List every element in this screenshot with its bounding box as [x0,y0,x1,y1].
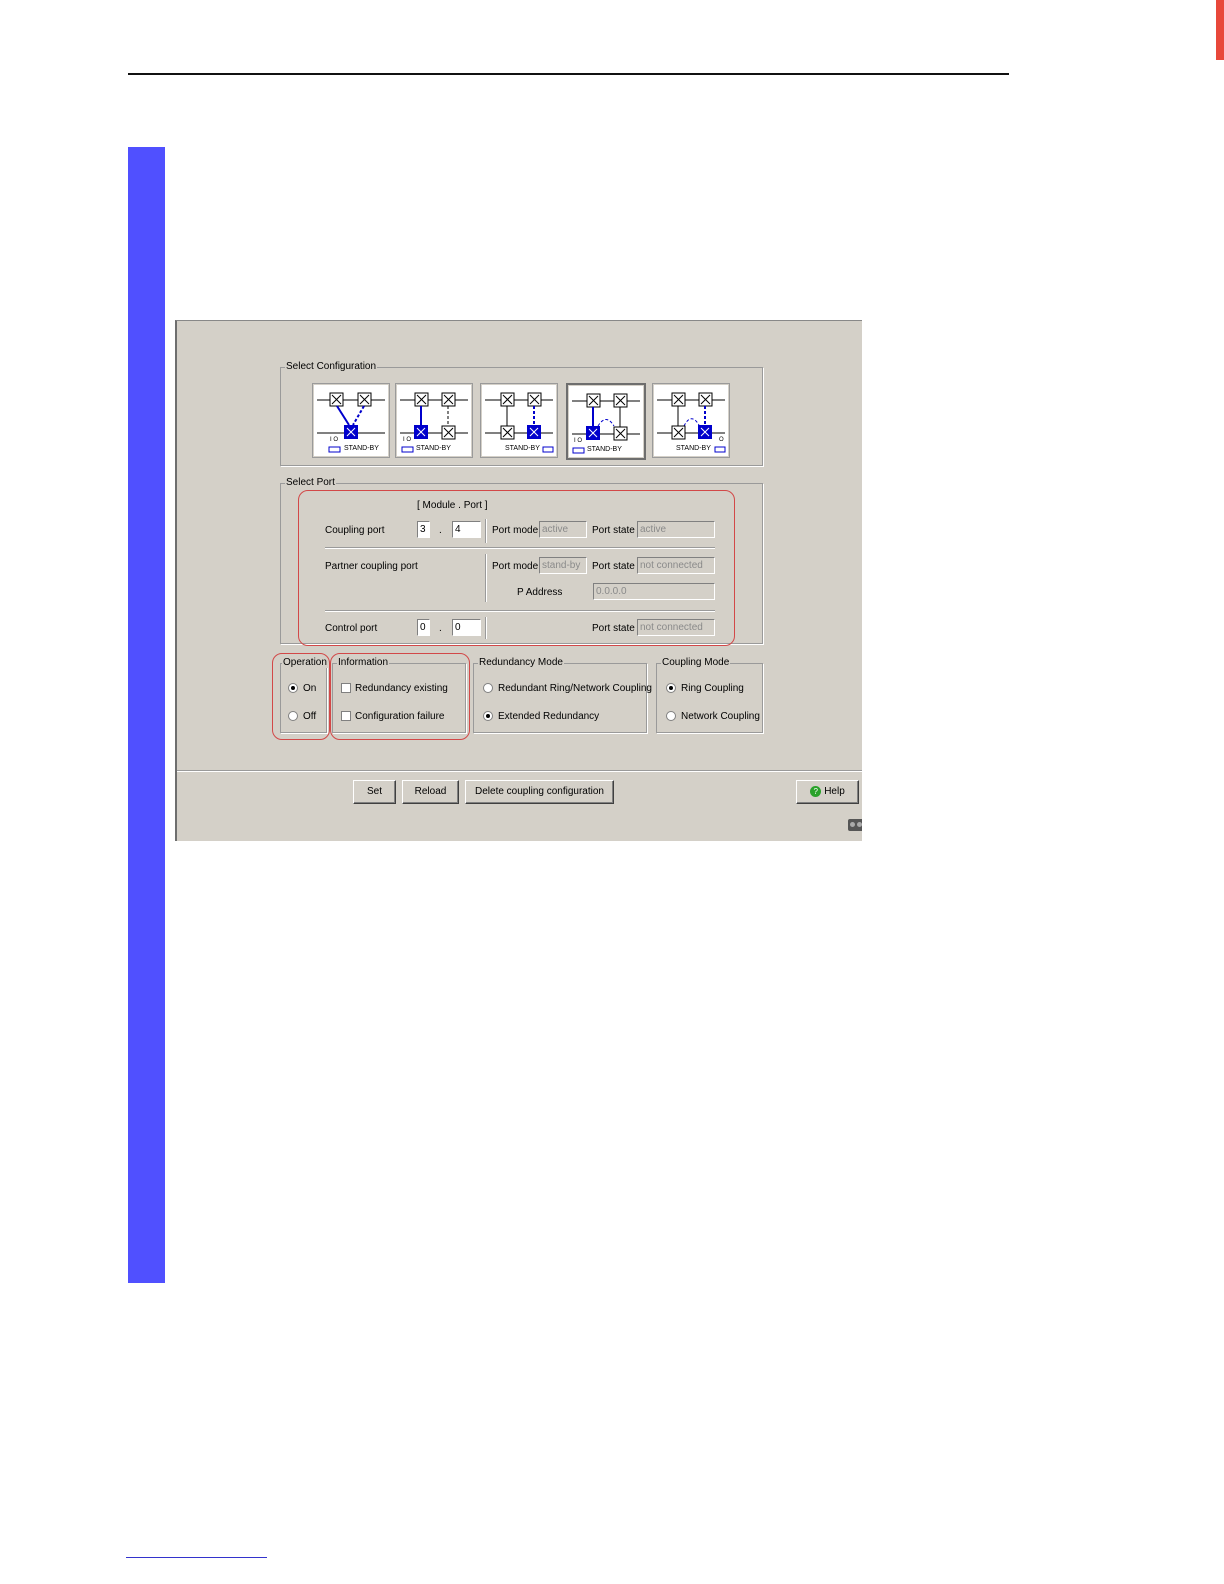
operation-group: Operation [280,657,328,733]
operation-on-radio[interactable] [288,683,298,693]
redundancy-existing-label: Redundancy existing [355,683,448,694]
coupling-port-state-field: active [637,521,715,538]
reload-button[interactable]: Reload [402,780,459,804]
header-rule [128,73,1009,75]
coupling-port-dot: . [439,525,442,536]
information-group: Information [332,657,466,733]
coupling-port-label: Coupling port [325,525,385,536]
network-coupling-label: Network Coupling [681,711,760,722]
config-option-5-caption: STAND-BY [676,445,711,452]
extended-redundancy-radio[interactable] [483,711,493,721]
delete-coupling-configuration-button[interactable]: Delete coupling configuration [465,780,614,804]
ring-coupling-label: Ring Coupling [681,683,744,694]
coupling-mode-title: Coupling Mode [661,657,731,668]
select-port-separator-2 [325,610,715,612]
footer-link-underline [126,1557,267,1558]
redundant-ring-network-coupling-radio[interactable] [483,683,493,693]
configuration-failure-label: Configuration failure [355,711,445,722]
operation-title: Operation [282,657,328,668]
help-button[interactable]: ? Help [796,780,859,804]
select-port-divider-3 [485,617,487,639]
redundancy-mode-title: Redundancy Mode [478,657,564,668]
ring-coupling-radio[interactable] [666,683,676,693]
ring-network-coupling-dialog: Select Configuration I O STAND-BY I O ST… [175,320,862,841]
config-option-4-code: I O [574,438,583,444]
help-icon: ? [810,785,822,797]
control-port-dot: . [439,623,442,634]
module-port-header: [ Module . Port ] [417,500,488,511]
coupling-port-module-input[interactable]: 3 [417,521,430,538]
coupling-mode-group: Coupling Mode [656,657,763,733]
coupling-port-mode-label: Port mode [492,525,539,536]
partner-ip-field: 0.0.0.0 [593,583,715,600]
redundant-ring-network-coupling-label: Redundant Ring/Network Coupling [498,683,652,694]
config-option-5[interactable]: O STAND-BY [652,383,730,458]
config-option-1-caption: STAND-BY [344,445,379,452]
select-port-separator-1 [325,547,715,549]
select-port-divider-1 [485,519,487,543]
operation-on-label: On [303,683,317,694]
coupling-port-port-input[interactable]: 4 [452,521,481,538]
config-option-4[interactable]: I O STAND-BY [566,383,646,460]
redundancy-existing-checkbox[interactable] [341,683,351,693]
config-option-3-caption: STAND-BY [505,445,540,452]
config-option-2-caption: STAND-BY [416,445,451,452]
configuration-failure-checkbox[interactable] [341,711,351,721]
control-port-port-input[interactable]: 0 [452,619,481,636]
control-port-label: Control port [325,623,378,634]
control-port-state-field: not connected [637,619,715,636]
page-edge-marker [1216,0,1224,60]
partner-port-mode-label: Port mode [492,561,539,572]
partner-ip-label: P Address [517,587,563,598]
chapter-side-bar [128,147,165,1283]
coupling-port-state-label: Port state [592,525,635,536]
button-bar-separator-light [177,771,862,772]
config-option-2[interactable]: I O STAND-BY [395,383,473,458]
set-button[interactable]: Set [353,780,396,804]
config-option-5-code: O [719,437,724,443]
partner-port-state-field: not connected [637,557,715,574]
extended-redundancy-label: Extended Redundancy [498,711,600,722]
config-option-1[interactable]: I O STAND-BY [312,383,390,458]
operation-off-label: Off [303,711,317,722]
partner-port-label: Partner coupling port [325,561,418,572]
select-port-title: Select Port [285,477,336,488]
connection-status-icon [848,819,862,831]
information-title: Information [337,657,390,668]
config-option-2-code: I O [403,437,412,443]
coupling-port-mode-field: active [539,521,587,538]
redundancy-mode-group: Redundancy Mode [473,657,647,733]
help-label: Help [824,786,845,797]
config-option-3[interactable]: STAND-BY [480,383,558,458]
operation-off-radio[interactable] [288,711,298,721]
select-configuration-title: Select Configuration [285,361,378,372]
select-port-divider-2 [485,554,487,602]
partner-port-state-label: Port state [592,561,635,572]
control-port-module-input[interactable]: 0 [417,619,430,636]
control-port-state-label: Port state [592,623,635,634]
partner-port-mode-field: stand-by [539,557,587,574]
config-option-4-caption: STAND-BY [587,446,622,453]
config-option-1-code: I O [330,437,339,443]
network-coupling-radio[interactable] [666,711,676,721]
